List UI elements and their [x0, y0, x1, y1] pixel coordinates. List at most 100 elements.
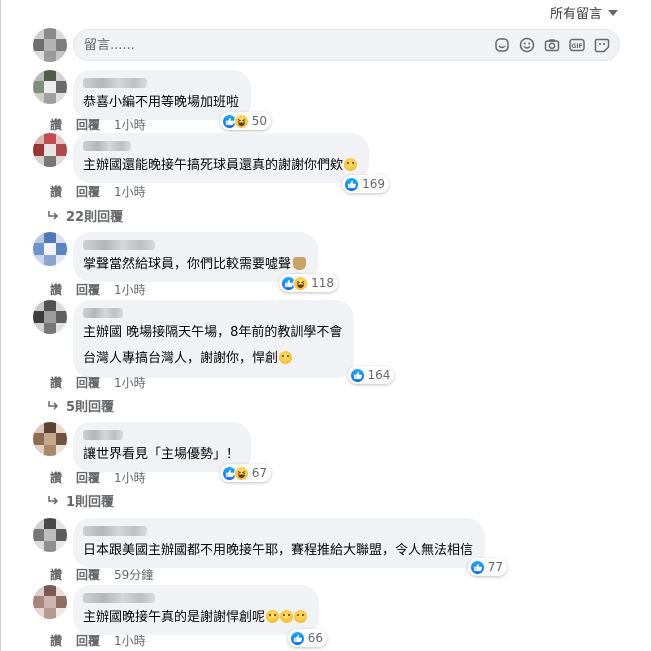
- left-border: [0, 0, 1, 651]
- reply-arrow-icon: [48, 495, 59, 505]
- like-button[interactable]: 讚: [50, 469, 62, 486]
- like-button[interactable]: 讚: [50, 281, 62, 298]
- comment-actions: 讚 回覆 1小時: [50, 281, 146, 298]
- comment-input[interactable]: [74, 30, 434, 60]
- like-reaction-icon: [349, 367, 365, 383]
- reaction-count: 67: [251, 466, 268, 480]
- comment-sort-dropdown[interactable]: 所有留言: [550, 3, 618, 22]
- comment-bubble: 主辦國還能晚接午搞死球員還真的謝謝你們欸 169: [73, 133, 390, 193]
- author-name[interactable]: [83, 141, 131, 151]
- camera-icon[interactable]: [543, 37, 561, 53]
- comment-text: 掌聲當然給球員，你們比較需要噓聲: [83, 256, 307, 274]
- timestamp[interactable]: 1小時: [114, 469, 146, 486]
- reaction-summary[interactable]: 66: [287, 629, 328, 647]
- comment-bubble: 讓世界看見「主場優勢」！ 67: [73, 422, 272, 482]
- emoji-icon[interactable]: [518, 37, 536, 53]
- reply-button[interactable]: 回覆: [76, 632, 100, 649]
- reply-button[interactable]: 回覆: [76, 116, 100, 133]
- like-reaction-icon: [344, 176, 360, 192]
- avatar[interactable]: [33, 422, 67, 456]
- rolling-eyes-emoji-icon: [279, 351, 293, 364]
- reaction-summary[interactable]: 50: [219, 112, 272, 130]
- reaction-summary[interactable]: 77: [467, 558, 508, 576]
- svg-text:GIF: GIF: [571, 43, 582, 50]
- author-name[interactable]: [83, 78, 147, 88]
- sort-label: 所有留言: [549, 7, 602, 22]
- comment-actions: 讚 回覆 1小時: [50, 116, 146, 133]
- composer-tools: GIF: [493, 37, 611, 53]
- comment-bubble: 掌聲當然給球員，你們比較需要噓聲 118: [73, 232, 339, 292]
- author-name[interactable]: [83, 240, 155, 250]
- avatar[interactable]: [33, 518, 67, 552]
- comment-composer: GIF: [33, 28, 620, 62]
- reaction-count: 66: [307, 631, 324, 645]
- view-replies-link[interactable]: 1則回覆: [48, 491, 114, 510]
- rolling-eyes-emoji-icon: [280, 610, 294, 623]
- reply-button[interactable]: 回覆: [76, 374, 100, 391]
- reply-arrow-icon: [48, 210, 59, 220]
- author-name[interactable]: [83, 430, 123, 440]
- view-replies-link[interactable]: 5則回覆: [48, 396, 114, 415]
- reaction-summary[interactable]: 118: [279, 274, 339, 292]
- comment-text: 主辦國晚接午真的是謝謝悍創呢: [83, 609, 308, 627]
- comment-bubble: 主辦國晚接午真的是謝謝悍創呢 66: [73, 585, 328, 647]
- like-reaction-icon: [469, 559, 485, 575]
- caret-down-icon: [608, 9, 618, 16]
- like-button[interactable]: 讚: [50, 374, 62, 391]
- comment-bubble: 日本跟美國主辦國都不用晚接午耶，賽程推給大聯盟，令人無法相信 77: [73, 518, 508, 576]
- reaction-count: 169: [362, 177, 386, 191]
- sticker-icon[interactable]: [493, 37, 511, 53]
- timestamp[interactable]: 1小時: [114, 632, 146, 649]
- avatar[interactable]: [33, 585, 67, 619]
- avatar[interactable]: [33, 133, 67, 167]
- smile-emoji-icon: [344, 158, 358, 171]
- reaction-summary[interactable]: 164: [347, 366, 395, 384]
- like-button[interactable]: 讚: [50, 183, 62, 200]
- replies-count: 22則回覆: [66, 210, 124, 225]
- timestamp[interactable]: 1小時: [114, 116, 146, 133]
- author-name[interactable]: [83, 308, 123, 318]
- author-name[interactable]: [83, 526, 147, 536]
- reaction-count: 77: [487, 560, 504, 574]
- avatar[interactable]: [33, 232, 67, 266]
- rolling-eyes-emoji-icon: [294, 610, 308, 623]
- timestamp[interactable]: 1小時: [114, 183, 146, 200]
- reaction-summary[interactable]: 169: [342, 175, 390, 193]
- comment-bubble: 主辦國 晚場接隔天午場，8年前的教訓學不會 台灣人專搞台灣人，謝謝你，悍創 16…: [73, 300, 395, 384]
- timestamp[interactable]: 1小時: [114, 281, 146, 298]
- comment-input-box: GIF: [73, 29, 620, 61]
- reaction-count: 118: [311, 276, 335, 290]
- reply-button[interactable]: 回覆: [76, 281, 100, 298]
- reply-button[interactable]: 回覆: [76, 566, 100, 583]
- reply-button[interactable]: 回覆: [76, 469, 100, 486]
- like-button[interactable]: 讚: [50, 632, 62, 649]
- comment-text: 恭喜小編不用等晚場加班啦: [83, 95, 240, 110]
- comment-text-content: 台灣人專搞台灣人，謝謝你，悍創: [83, 351, 279, 366]
- comment-text-content: 主辦國晚接午真的是謝謝悍創呢: [83, 610, 266, 625]
- gif-icon[interactable]: GIF: [568, 37, 586, 53]
- replies-count: 5則回覆: [66, 400, 115, 415]
- comment-actions: 讚 回覆 59分鐘: [50, 566, 153, 583]
- avatar[interactable]: [33, 300, 67, 334]
- reply-arrow-icon: [48, 400, 59, 410]
- reply-button[interactable]: 回覆: [76, 183, 100, 200]
- comment-bubble: 恭喜小編不用等晚場加班啦 50: [73, 70, 272, 130]
- author-name[interactable]: [83, 593, 155, 603]
- rolling-eyes-emoji-icon: [266, 610, 280, 623]
- like-reaction-icon: [289, 630, 305, 646]
- timestamp[interactable]: 1小時: [114, 374, 146, 391]
- shushing-emoji-icon: [293, 257, 307, 270]
- like-button[interactable]: 讚: [50, 116, 62, 133]
- haha-reaction-icon: [233, 465, 249, 481]
- timestamp[interactable]: 59分鐘: [114, 566, 153, 583]
- view-replies-link[interactable]: 22則回覆: [48, 206, 123, 225]
- comment-actions: 讚 回覆 1小時: [50, 632, 146, 649]
- reaction-summary[interactable]: 67: [219, 464, 272, 482]
- comment-text: 主辦國 晚場接隔天午場，8年前的教訓學不會: [83, 325, 343, 340]
- comment-text-content: 主辦國還能晚接午搞死球員還真的謝謝你們欸: [83, 158, 344, 173]
- avatar[interactable]: [33, 70, 67, 104]
- like-button[interactable]: 讚: [50, 566, 62, 583]
- avatar-sticker-icon[interactable]: [593, 37, 611, 53]
- comment-actions: 讚 回覆 1小時: [50, 183, 146, 200]
- haha-reaction-icon: [293, 275, 309, 291]
